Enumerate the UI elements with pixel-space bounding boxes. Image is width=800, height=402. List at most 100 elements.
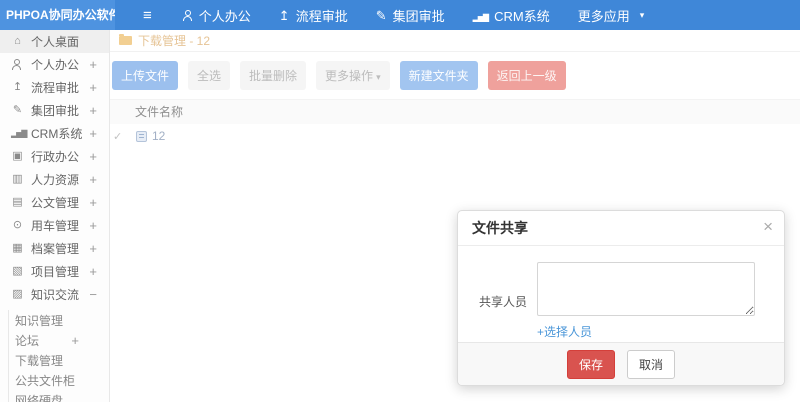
sidebar-item-7[interactable]: ▥ 人力资源 + [0, 168, 109, 191]
modal-header: 文件共享 × [458, 211, 784, 246]
admin-icon: ▣ [12, 150, 23, 162]
plus-icon[interactable]: + [89, 149, 97, 164]
sidebar-item-label: 知识交流 [31, 288, 80, 302]
breadcrumb-text: 下载管理 - 12 [138, 34, 211, 48]
sidebar-item-label: 流程审批 [31, 81, 80, 95]
sidebar-sub-item-label: 知识管理 [15, 313, 64, 328]
nav-item-label: 更多应用 [577, 8, 630, 24]
plus-icon[interactable]: + [89, 126, 97, 141]
app-logo[interactable]: PHPOA协同办公软件 [0, 0, 115, 30]
plus-icon[interactable]: + [71, 333, 79, 348]
sidebar-item-label: 项目管理 [31, 265, 80, 279]
sidebar-item-label: 人力资源 [31, 173, 80, 187]
knowledge-icon: ▨ [12, 288, 23, 300]
plus-icon[interactable]: + [89, 218, 97, 233]
doc-icon: ▤ [12, 196, 23, 208]
plus-icon[interactable]: + [89, 264, 97, 279]
file-list: ✓ 12 [110, 124, 800, 148]
hr-icon: ▥ [12, 173, 23, 185]
plus-icon[interactable]: + [89, 80, 97, 95]
pick-people-link[interactable]: +选择人员 [537, 323, 755, 340]
sidebar-item-6[interactable]: ▣ 行政办公 + [0, 145, 109, 168]
nav-item-label: 流程审批 [295, 8, 348, 24]
chart-icon [11, 128, 24, 139]
file-share-modal: 文件共享 × 共享人员 +选择人员 保存 取消 [457, 210, 785, 386]
plus-icon[interactable]: + [89, 241, 97, 256]
edit-icon: ✎ [375, 7, 387, 23]
sidebar-item-5[interactable]: CRM系统 + [0, 122, 109, 145]
plus-icon[interactable]: + [89, 195, 97, 210]
sidebar-item-3[interactable]: ↥ 流程审批 + [0, 76, 109, 99]
menu-icon[interactable]: ≡ [143, 7, 152, 24]
toolbar-button-2[interactable]: 全选 [188, 61, 231, 90]
chevron-down-icon: ▾ [376, 72, 381, 82]
toolbar-button-label: 上传文件 [121, 69, 170, 83]
plus-icon[interactable]: + [89, 172, 97, 187]
toolbar-button-6[interactable]: 返回上一级 [487, 61, 566, 90]
file-name: 12 [152, 129, 166, 143]
sidebar-sub-item-5[interactable]: 网络硬盘 [15, 390, 109, 402]
column-file-name: 文件名称 [135, 105, 184, 119]
sidebar-item-label: 公文管理 [31, 196, 80, 210]
car-icon: ⊙ [12, 219, 23, 231]
nav-item-5[interactable]: 更多应用 ▾ [578, 6, 645, 25]
sidebar-item-9[interactable]: ⊙ 用车管理 + [0, 214, 109, 237]
toolbar-button-label: 返回上一级 [496, 69, 557, 83]
minus-icon[interactable]: − [89, 287, 97, 302]
sidebar: ⌂ 个人桌面个人办公 + ↥ 流程审批 + ✎ 集团审批 + CRM系统 + ▣ 行政办公 + ▥ 人力资源 +… [0, 30, 110, 402]
nav-item-3[interactable]: ✎ 集团审批 [376, 6, 445, 25]
share-people-label: 共享人员 [479, 294, 528, 309]
toolbar-button-4[interactable]: 更多操作 ▾ [316, 61, 390, 90]
plus-icon[interactable]: + [89, 103, 97, 118]
sidebar-sub-item-1[interactable]: 知识管理 [15, 310, 109, 330]
archive-icon: ▦ [12, 242, 23, 254]
top-navbar: PHPOA协同办公软件 ≡ 个人办公 ↥ 流程审批 ✎ 集团审批 CRM系统 更多应用 ▾ [0, 0, 800, 30]
sidebar-item-label: 用车管理 [31, 219, 80, 233]
user-icon [11, 59, 24, 70]
sidebar-item-label: CRM系统 [31, 127, 83, 141]
row-checkbox[interactable]: ✓ [113, 130, 127, 143]
sidebar-item-11[interactable]: ▧ 项目管理 + [0, 260, 109, 283]
cancel-button[interactable]: 取消 [627, 349, 676, 379]
sidebar-item-12[interactable]: ▨ 知识交流 − [0, 283, 109, 306]
sidebar-item-label: 档案管理 [31, 242, 80, 256]
share-people-textarea[interactable] [537, 262, 755, 316]
edit-icon: ✎ [12, 104, 23, 116]
toolbar-button-label: 批量删除 [249, 69, 298, 83]
table-row[interactable]: ✓ 12 [110, 124, 800, 148]
save-button[interactable]: 保存 [566, 349, 615, 379]
toolbar-button-label: 全选 [197, 69, 222, 83]
chevron-down-icon: ▾ [639, 9, 645, 20]
sidebar-item-10[interactable]: ▦ 档案管理 + [0, 237, 109, 260]
nav-item-label: 个人办公 [198, 8, 251, 24]
folder-icon [119, 34, 132, 45]
sidebar-item-label: 个人桌面 [31, 35, 80, 49]
nav-item-2[interactable]: ↥ 流程审批 [279, 6, 348, 25]
toolbar-button-5[interactable]: 新建文件夹 [399, 61, 478, 90]
nav-item-4[interactable]: CRM系统 [473, 6, 550, 25]
sidebar-item-1[interactable]: ⌂ 个人桌面 [0, 30, 109, 53]
chart-icon [473, 9, 488, 22]
nav-item-1[interactable]: 个人办公 [182, 6, 251, 25]
nav-menu: 个人办公 ↥ 流程审批 ✎ 集团审批 CRM系统 更多应用 ▾ [182, 6, 644, 25]
toolbar-button-label: 新建文件夹 [408, 69, 469, 83]
sidebar-sub-item-4[interactable]: 公共文件柜 [15, 370, 109, 390]
toolbar: 上传文件 全选 批量删除 更多操作 ▾ 新建文件夹 返回上一级 [110, 52, 800, 99]
flow-icon: ↥ [12, 81, 23, 93]
sidebar-sub-item-label: 公共文件柜 [15, 373, 76, 388]
toolbar-button-1[interactable]: 上传文件 [112, 61, 179, 90]
modal-body: 共享人员 +选择人员 [458, 246, 784, 340]
modal-title: 文件共享 [472, 220, 528, 236]
sidebar-item-8[interactable]: ▤ 公文管理 + [0, 191, 109, 214]
sidebar-sub-list: 知识管理论坛 + 下载管理公共文件柜网络硬盘 [8, 310, 109, 402]
toolbar-button-3[interactable]: 批量删除 [240, 61, 307, 90]
close-icon[interactable]: × [763, 217, 773, 237]
sidebar-sub-item-2[interactable]: 论坛 + [15, 330, 109, 350]
sidebar-sub-item-3[interactable]: 下载管理 [15, 350, 109, 370]
sidebar-item-4[interactable]: ✎ 集团审批 + [0, 99, 109, 122]
plus-icon[interactable]: + [89, 57, 97, 72]
flow-icon: ↥ [278, 7, 290, 23]
table-header: 文件名称 [110, 99, 800, 124]
sidebar-item-2[interactable]: 个人办公 + [0, 53, 109, 76]
sidebar-sub-item-label: 论坛 [15, 333, 40, 348]
